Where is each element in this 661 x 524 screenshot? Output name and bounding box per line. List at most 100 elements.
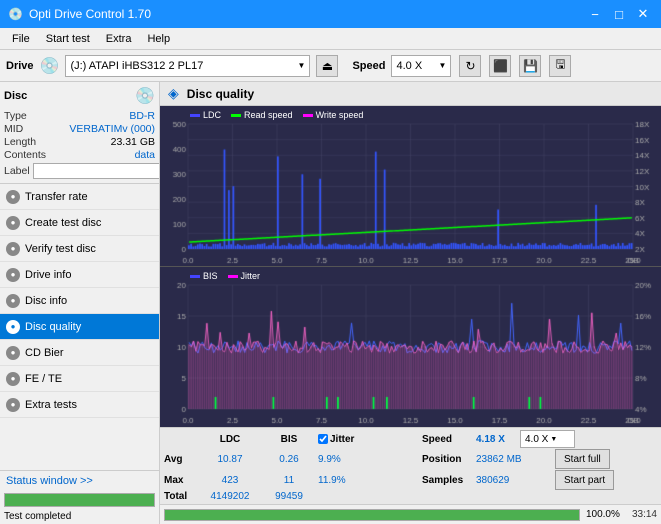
legend-write-speed: Write speed bbox=[316, 110, 364, 120]
main-layout: Disc 💿 Type BD-R MID VERBATIMv (000) Len… bbox=[0, 82, 661, 524]
jitter-label: Jitter bbox=[330, 434, 354, 445]
drive-label: Drive bbox=[6, 60, 34, 72]
start-full-button[interactable]: Start full bbox=[555, 449, 610, 469]
label-input[interactable] bbox=[33, 163, 160, 179]
type-label: Type bbox=[4, 110, 27, 122]
sidebar-item-cd-bier[interactable]: ●CD Bier bbox=[0, 340, 159, 366]
drive-dropdown-arrow: ▼ bbox=[298, 61, 306, 70]
menu-start-test[interactable]: Start test bbox=[38, 31, 98, 47]
menu-bar: File Start test Extra Help bbox=[0, 28, 661, 50]
sidebar: Disc 💿 Type BD-R MID VERBATIMv (000) Len… bbox=[0, 82, 160, 524]
sidebar-item-verify-test-disc[interactable]: ● Verify test disc bbox=[0, 236, 159, 262]
legend-ldc: LDC bbox=[203, 110, 221, 120]
samples-label: Samples bbox=[422, 475, 472, 486]
status-window-button[interactable]: Status window >> bbox=[0, 470, 159, 491]
max-label: Max bbox=[164, 475, 196, 486]
chart-header: ◈ Disc quality bbox=[160, 82, 661, 106]
progress-fill-sidebar bbox=[5, 494, 154, 506]
sidebar-item-label-transfer-rate: Transfer rate bbox=[25, 191, 88, 203]
settings-button[interactable]: ⬛ bbox=[489, 55, 511, 77]
start-part-button[interactable]: Start part bbox=[555, 470, 614, 490]
drive-icon: 💿 bbox=[40, 56, 60, 76]
top-chart-canvas bbox=[160, 106, 661, 267]
close-button[interactable]: ✕ bbox=[633, 6, 653, 22]
speed-stat-select-value: 4.0 X bbox=[525, 434, 548, 445]
status-window-label: Status window >> bbox=[6, 475, 93, 487]
drive-select[interactable]: (J:) ATAPI iHBS312 2 PL17 ▼ bbox=[65, 55, 310, 77]
sidebar-item-drive-info[interactable]: ●Drive info bbox=[0, 262, 159, 288]
legend-bis: BIS bbox=[203, 271, 218, 281]
drive-info-icon: ● bbox=[6, 268, 20, 282]
avg-label: Avg bbox=[164, 454, 196, 465]
samples-value: 380629 bbox=[476, 475, 551, 486]
position-label: Position bbox=[422, 454, 472, 465]
menu-help[interactable]: Help bbox=[139, 31, 178, 47]
sidebar-item-disc-info[interactable]: ● Disc info bbox=[0, 288, 159, 314]
sidebar-item-transfer-rate[interactable]: ● Transfer rate bbox=[0, 184, 159, 210]
menu-extra[interactable]: Extra bbox=[98, 31, 140, 47]
disc-info-icon: ● bbox=[6, 294, 20, 308]
speed-stat-label: Speed bbox=[422, 434, 472, 445]
sidebar-item-extra-tests[interactable]: ●Extra tests bbox=[0, 392, 159, 418]
save-button[interactable]: 🖫 bbox=[549, 55, 571, 77]
time-display: 33:14 bbox=[632, 509, 657, 520]
total-ldc: 4149202 bbox=[200, 491, 260, 502]
avg-ldc: 10.87 bbox=[200, 454, 260, 465]
verify-test-disc-icon: ● bbox=[6, 242, 20, 256]
sidebar-item-disc-quality[interactable]: ●Disc quality bbox=[0, 314, 159, 340]
stats-col-ldc: LDC bbox=[200, 434, 260, 445]
chart-top-legend: LDC Read speed Write speed bbox=[190, 110, 363, 120]
speed-stat-value: 4.18 X bbox=[476, 434, 516, 445]
chart-bottom-legend: BIS Jitter bbox=[190, 271, 260, 281]
total-label: Total bbox=[164, 491, 196, 502]
sidebar-item-label-verify-test-disc: Verify test disc bbox=[25, 243, 96, 255]
app-icon: 💿 bbox=[8, 7, 23, 21]
sidebar-item-label-create-test-disc: Create test disc bbox=[25, 217, 101, 229]
label-label: Label bbox=[4, 165, 30, 177]
progress-bar-sidebar bbox=[4, 493, 155, 507]
minimize-button[interactable]: − bbox=[585, 6, 605, 22]
progress-fill bbox=[165, 510, 579, 520]
length-value: 23.31 GB bbox=[111, 136, 155, 148]
maximize-button[interactable]: □ bbox=[609, 6, 629, 22]
avg-bis: 0.26 bbox=[264, 454, 314, 465]
mid-label: MID bbox=[4, 123, 23, 135]
total-bis: 99459 bbox=[264, 491, 314, 502]
disc-panel: Disc 💿 Type BD-R MID VERBATIMv (000) Len… bbox=[0, 82, 159, 184]
contents-label: Contents bbox=[4, 149, 46, 161]
chart-top: LDC Read speed Write speed bbox=[160, 106, 661, 267]
refresh-button[interactable]: ↻ bbox=[459, 55, 481, 77]
sidebar-item-label-extra-tests: Extra tests bbox=[25, 399, 77, 411]
transfer-rate-icon: ● bbox=[6, 190, 20, 204]
progress-bar bbox=[164, 509, 580, 521]
sidebar-nav: ●Transfer rate●Create test disc●Verify t… bbox=[0, 184, 159, 470]
speed-stat-dropdown-arrow: ▼ bbox=[550, 436, 557, 443]
jitter-checkbox-area: Jitter bbox=[318, 434, 418, 445]
type-value: BD-R bbox=[129, 110, 155, 122]
speed-stat-select[interactable]: 4.0 X ▼ bbox=[520, 430, 575, 448]
fe-te-icon: ● bbox=[6, 372, 20, 386]
speed-select[interactable]: 4.0 X ▼ bbox=[391, 55, 451, 77]
sidebar-item-label-disc-quality: Disc quality bbox=[25, 321, 81, 333]
stats-section: LDC BIS Jitter Speed 4.18 X 4.0 X ▼ Avg … bbox=[160, 427, 661, 504]
speed-select-value: 4.0 X bbox=[396, 60, 436, 72]
contents-value: data bbox=[135, 149, 155, 161]
disc-button[interactable]: 💾 bbox=[519, 55, 541, 77]
jitter-checkbox[interactable] bbox=[318, 434, 328, 444]
title-bar: 💿 Opti Drive Control 1.70 − □ ✕ bbox=[0, 0, 661, 28]
sidebar-item-fe-te[interactable]: ●FE / TE bbox=[0, 366, 159, 392]
position-value: 23862 MB bbox=[476, 454, 551, 465]
mid-value: VERBATIMv (000) bbox=[69, 123, 155, 135]
sidebar-item-create-test-disc[interactable]: ●Create test disc bbox=[0, 210, 159, 236]
bottom-chart-canvas bbox=[160, 267, 661, 427]
app-title: Opti Drive Control 1.70 bbox=[29, 7, 151, 21]
cd-bier-icon: ● bbox=[6, 346, 20, 360]
menu-file[interactable]: File bbox=[4, 31, 38, 47]
progress-section: 100.0% 33:14 bbox=[160, 504, 661, 524]
speed-dropdown-arrow: ▼ bbox=[439, 61, 447, 70]
sidebar-item-label-disc-info: Disc info bbox=[25, 295, 67, 307]
legend-jitter: Jitter bbox=[241, 271, 261, 281]
max-jitter: 11.9% bbox=[318, 475, 418, 486]
eject-button[interactable]: ⏏ bbox=[316, 55, 338, 77]
drive-bar: Drive 💿 (J:) ATAPI iHBS312 2 PL17 ▼ ⏏ Sp… bbox=[0, 50, 661, 82]
